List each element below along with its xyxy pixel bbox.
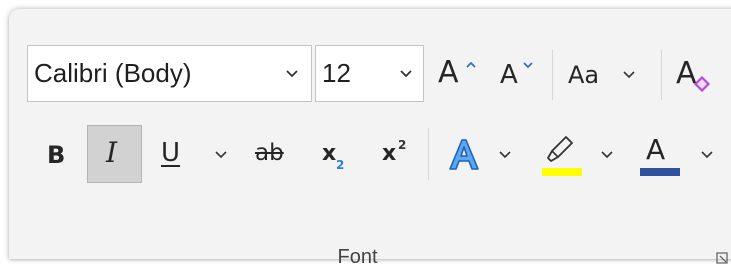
shrink-font-button[interactable]: A [492,50,544,98]
italic-icon: I [106,136,118,169]
chevron-down-icon[interactable] [398,68,414,80]
increase-font-size-icon: A [438,55,459,90]
underline-icon: U [161,138,181,168]
font-size-combobox[interactable]: 12 [315,45,424,102]
chevron-down-icon[interactable] [284,68,300,80]
bold-icon: B [47,141,66,169]
text-effects-icon [449,139,479,170]
underline-button[interactable]: U [152,128,236,180]
bold-button[interactable]: B [36,128,80,180]
font-color-icon: A [646,133,666,166]
italic-button[interactable]: I [87,125,142,183]
highlight-color-bar [542,168,582,176]
superscript-number: 2 [398,138,407,152]
font-name-combobox[interactable]: Calibri (Body) [27,45,312,102]
superscript-button[interactable]: x 2 [370,128,418,180]
separator [661,50,662,100]
font-name-value: Calibri (Body) [34,58,192,88]
subscript-icon: x [322,141,337,166]
subscript-button[interactable]: x 2 [312,128,358,180]
highlighter-icon [547,136,573,162]
separator [552,50,553,100]
dialog-launcher-icon [716,252,728,264]
change-case-icon: Aa [568,61,600,89]
change-case-button[interactable]: Aa [562,50,652,98]
decrease-font-size-icon: A [500,60,518,90]
subscript-number: 2 [336,158,345,172]
font-size-value: 12 [322,58,351,88]
separator [428,128,429,180]
clear-formatting-button[interactable]: A [670,50,722,98]
superscript-icon: x [382,141,397,166]
font-color-button[interactable]: A [634,128,724,180]
strikethrough-button[interactable]: ab [244,128,300,180]
grow-font-button[interactable]: A [432,50,484,98]
strikethrough-icon: ab [255,140,284,166]
text-effects-button[interactable] [440,128,524,180]
font-color-bar [640,168,680,176]
group-label-font: Font [337,246,378,268]
dialog-launcher-button[interactable] [714,250,730,266]
highlight-button[interactable] [536,128,624,180]
